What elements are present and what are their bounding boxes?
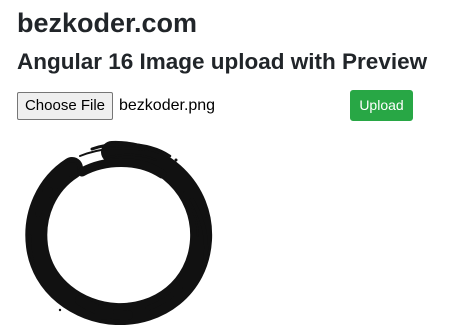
site-title: bezkoder.com: [17, 8, 198, 38]
file-upload-row: Choose File bezkoder.png Upload: [17, 90, 437, 121]
page-title: Angular 16 Image upload with Preview: [17, 49, 428, 74]
choose-file-button[interactable]: Choose File: [17, 92, 113, 120]
image-preview: [20, 140, 215, 325]
selected-file-name: bezkoder.png: [119, 97, 216, 114]
enso-circle-brush-icon: [25, 140, 213, 325]
upload-button[interactable]: Upload: [350, 90, 413, 121]
